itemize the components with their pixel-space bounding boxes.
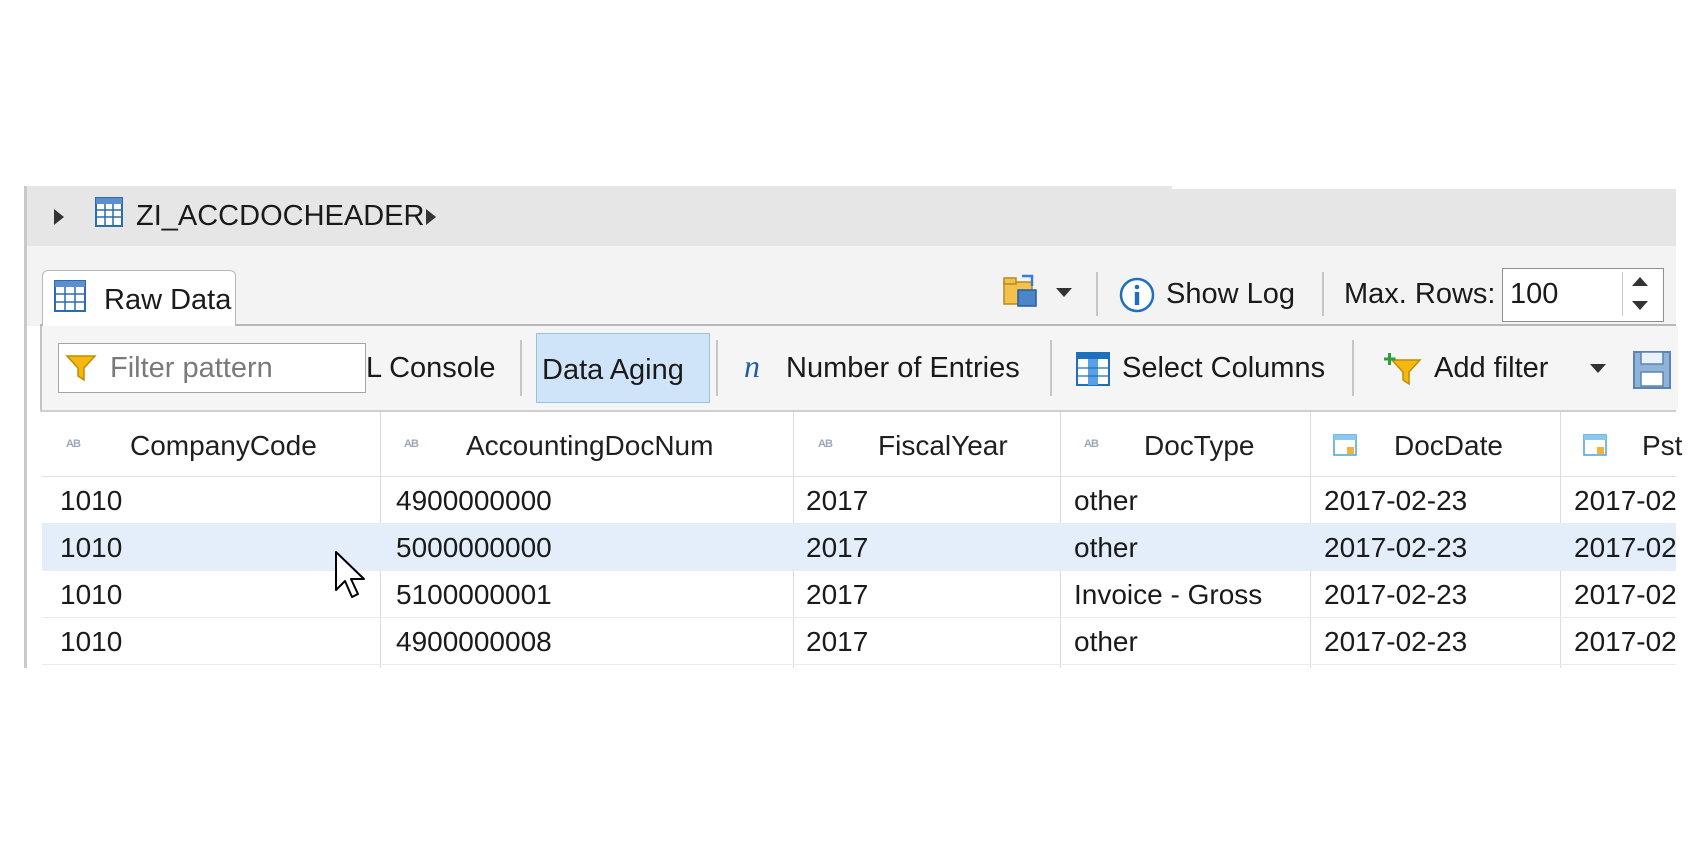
column-header-accountingdocnum[interactable]: AccountingDocNum [466, 432, 713, 460]
add-filter-button[interactable]: Add filter [1434, 354, 1548, 383]
table-cell: 2017-02-23 [1324, 485, 1468, 516]
table-cell: 2017 [806, 485, 869, 516]
table-cell: 2017 [806, 579, 869, 610]
toolbar-separator [716, 340, 718, 396]
table-cell: 2017 [806, 532, 869, 563]
expand-right-icon[interactable] [426, 209, 436, 225]
breadcrumb-edge [1172, 186, 1676, 189]
date-type-icon [1332, 432, 1358, 458]
table-cell: 4900000008 [396, 626, 552, 657]
row-divider [42, 664, 1676, 665]
table-cell: other [1074, 532, 1138, 563]
add-filter-icon [1383, 350, 1424, 388]
data-aging-label: Data Aging [542, 354, 684, 386]
table-cell: 2017-02 [1574, 626, 1677, 657]
number-of-entries-button[interactable]: Number of Entries [786, 354, 1020, 383]
expand-left-icon[interactable] [54, 209, 64, 225]
stepper-up-icon[interactable] [1632, 277, 1648, 286]
raw-data-icon [52, 278, 88, 314]
toolbar-separator [1352, 340, 1354, 396]
table-cell: 1010 [60, 626, 123, 657]
toolbar-separator [520, 340, 522, 396]
export-dropdown-icon[interactable] [1056, 288, 1072, 297]
table-icon [92, 195, 126, 229]
table-cell: 1010 [60, 579, 123, 610]
tab-label: Raw Data [104, 284, 232, 316]
stepper-down-icon[interactable] [1632, 301, 1648, 310]
mouse-cursor-icon [334, 550, 368, 602]
export-icon[interactable] [1000, 272, 1044, 312]
table-cell: 1010 [60, 532, 123, 563]
table-cell: other [1074, 485, 1138, 516]
string-type-icon: AB [66, 438, 81, 450]
select-columns-icon [1074, 350, 1112, 388]
string-type-icon: AB [404, 438, 419, 450]
filter-placeholder: Filter pattern [110, 352, 273, 384]
add-filter-dropdown-icon[interactable] [1590, 364, 1606, 373]
sql-console-button[interactable]: L Console [366, 354, 496, 383]
info-icon[interactable] [1118, 276, 1156, 314]
table-cell: 5100000001 [396, 579, 552, 610]
filter-icon [64, 352, 98, 384]
show-log-button[interactable]: Show Log [1166, 280, 1295, 309]
number-of-entries-icon: n [744, 348, 760, 384]
table-cell: other [1074, 626, 1138, 657]
table-cell: 4900000000 [396, 485, 552, 516]
breadcrumb-entity[interactable]: ZI_ACCDOCHEADER [136, 202, 424, 231]
table-cell: 2017-02 [1574, 485, 1677, 516]
table-cell: 2017-02-23 [1324, 626, 1468, 657]
table-cell: 2017 [806, 626, 869, 657]
table-cell: 2017-02-23 [1324, 532, 1468, 563]
toolbar-separator [1322, 272, 1324, 316]
column-header-doctype[interactable]: DocType [1144, 432, 1255, 460]
toolbar-separator [1096, 272, 1098, 316]
column-header-companycode[interactable]: CompanyCode [130, 432, 317, 460]
toolbar-separator [1050, 340, 1052, 396]
table-cell: 1010 [60, 485, 123, 516]
select-columns-button[interactable]: Select Columns [1122, 354, 1325, 383]
date-type-icon [1582, 432, 1608, 458]
column-header-docdate[interactable]: DocDate [1394, 432, 1503, 460]
string-type-icon: AB [818, 438, 833, 450]
table-cell: 2017-02 [1574, 532, 1677, 563]
save-icon[interactable] [1632, 350, 1672, 390]
max-rows-label: Max. Rows: [1344, 278, 1496, 310]
column-header-pst[interactable]: Pst [1642, 432, 1682, 460]
string-type-icon: AB [1084, 438, 1099, 450]
table-cell: Invoice - Gross [1074, 579, 1263, 610]
table-cell: 2017-02 [1574, 579, 1677, 610]
table-cell: 2017-02-23 [1324, 579, 1468, 610]
max-rows-value: 100 [1510, 278, 1559, 310]
table-cell: 5000000000 [396, 532, 552, 563]
column-header-fiscalyear[interactable]: FiscalYear [878, 432, 1008, 460]
